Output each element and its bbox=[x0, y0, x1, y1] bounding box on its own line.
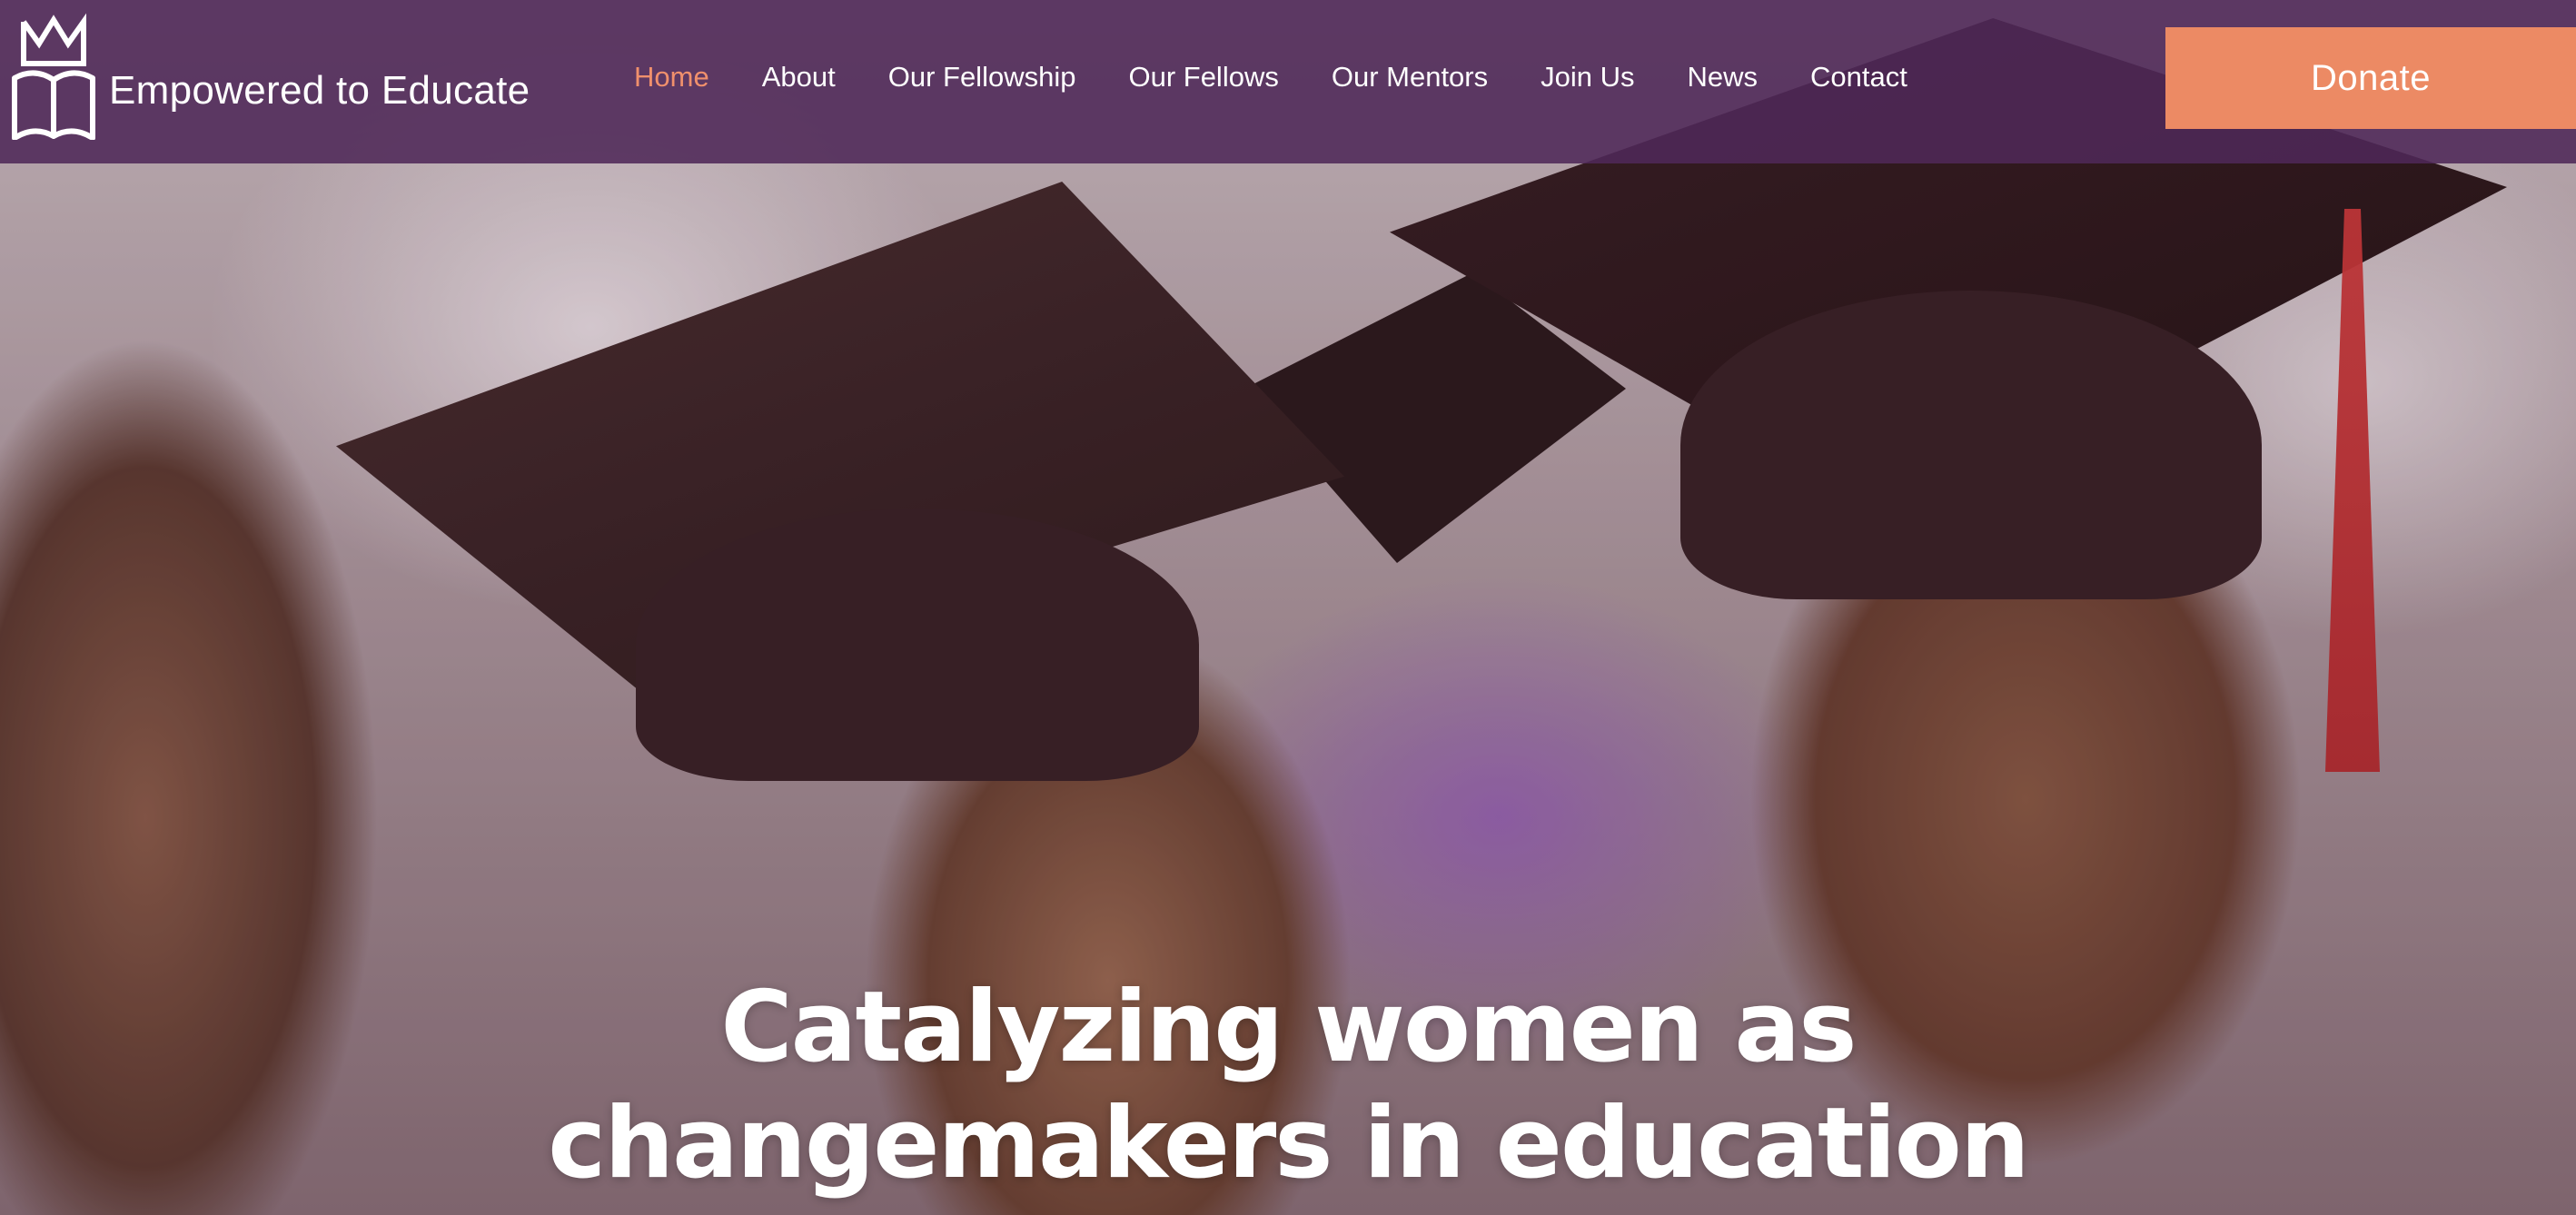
nav-item-our-mentors[interactable]: Our Mentors bbox=[1332, 61, 1488, 94]
hero-headline-line-1: Catalyzing women as bbox=[720, 971, 1857, 1084]
nav-item-join-us[interactable]: Join Us bbox=[1541, 61, 1634, 94]
brand-home-link[interactable]: Empowered to Educate bbox=[11, 7, 530, 143]
nav-item-our-fellowship[interactable]: Our Fellowship bbox=[888, 61, 1076, 94]
donate-button[interactable]: Donate bbox=[2165, 27, 2576, 129]
nav-item-about[interactable]: About bbox=[762, 61, 836, 94]
hero-headline-line-2: changemakers in education bbox=[548, 1087, 2030, 1200]
nav-item-contact[interactable]: Contact bbox=[1810, 61, 1907, 94]
nav-item-home[interactable]: Home bbox=[634, 61, 709, 94]
brand-name: Empowered to Educate bbox=[109, 68, 530, 113]
nav-item-our-fellows[interactable]: Our Fellows bbox=[1128, 61, 1278, 94]
hero-headline: Catalyzing women as changemakers in educ… bbox=[380, 970, 2196, 1202]
nav-item-news[interactable]: News bbox=[1688, 61, 1759, 94]
site-header: Empowered to Educate Home About Our Fell… bbox=[0, 0, 2576, 163]
main-nav: Home About Our Fellowship Our Fellows Ou… bbox=[634, 56, 1907, 98]
crown-book-icon bbox=[12, 13, 95, 140]
